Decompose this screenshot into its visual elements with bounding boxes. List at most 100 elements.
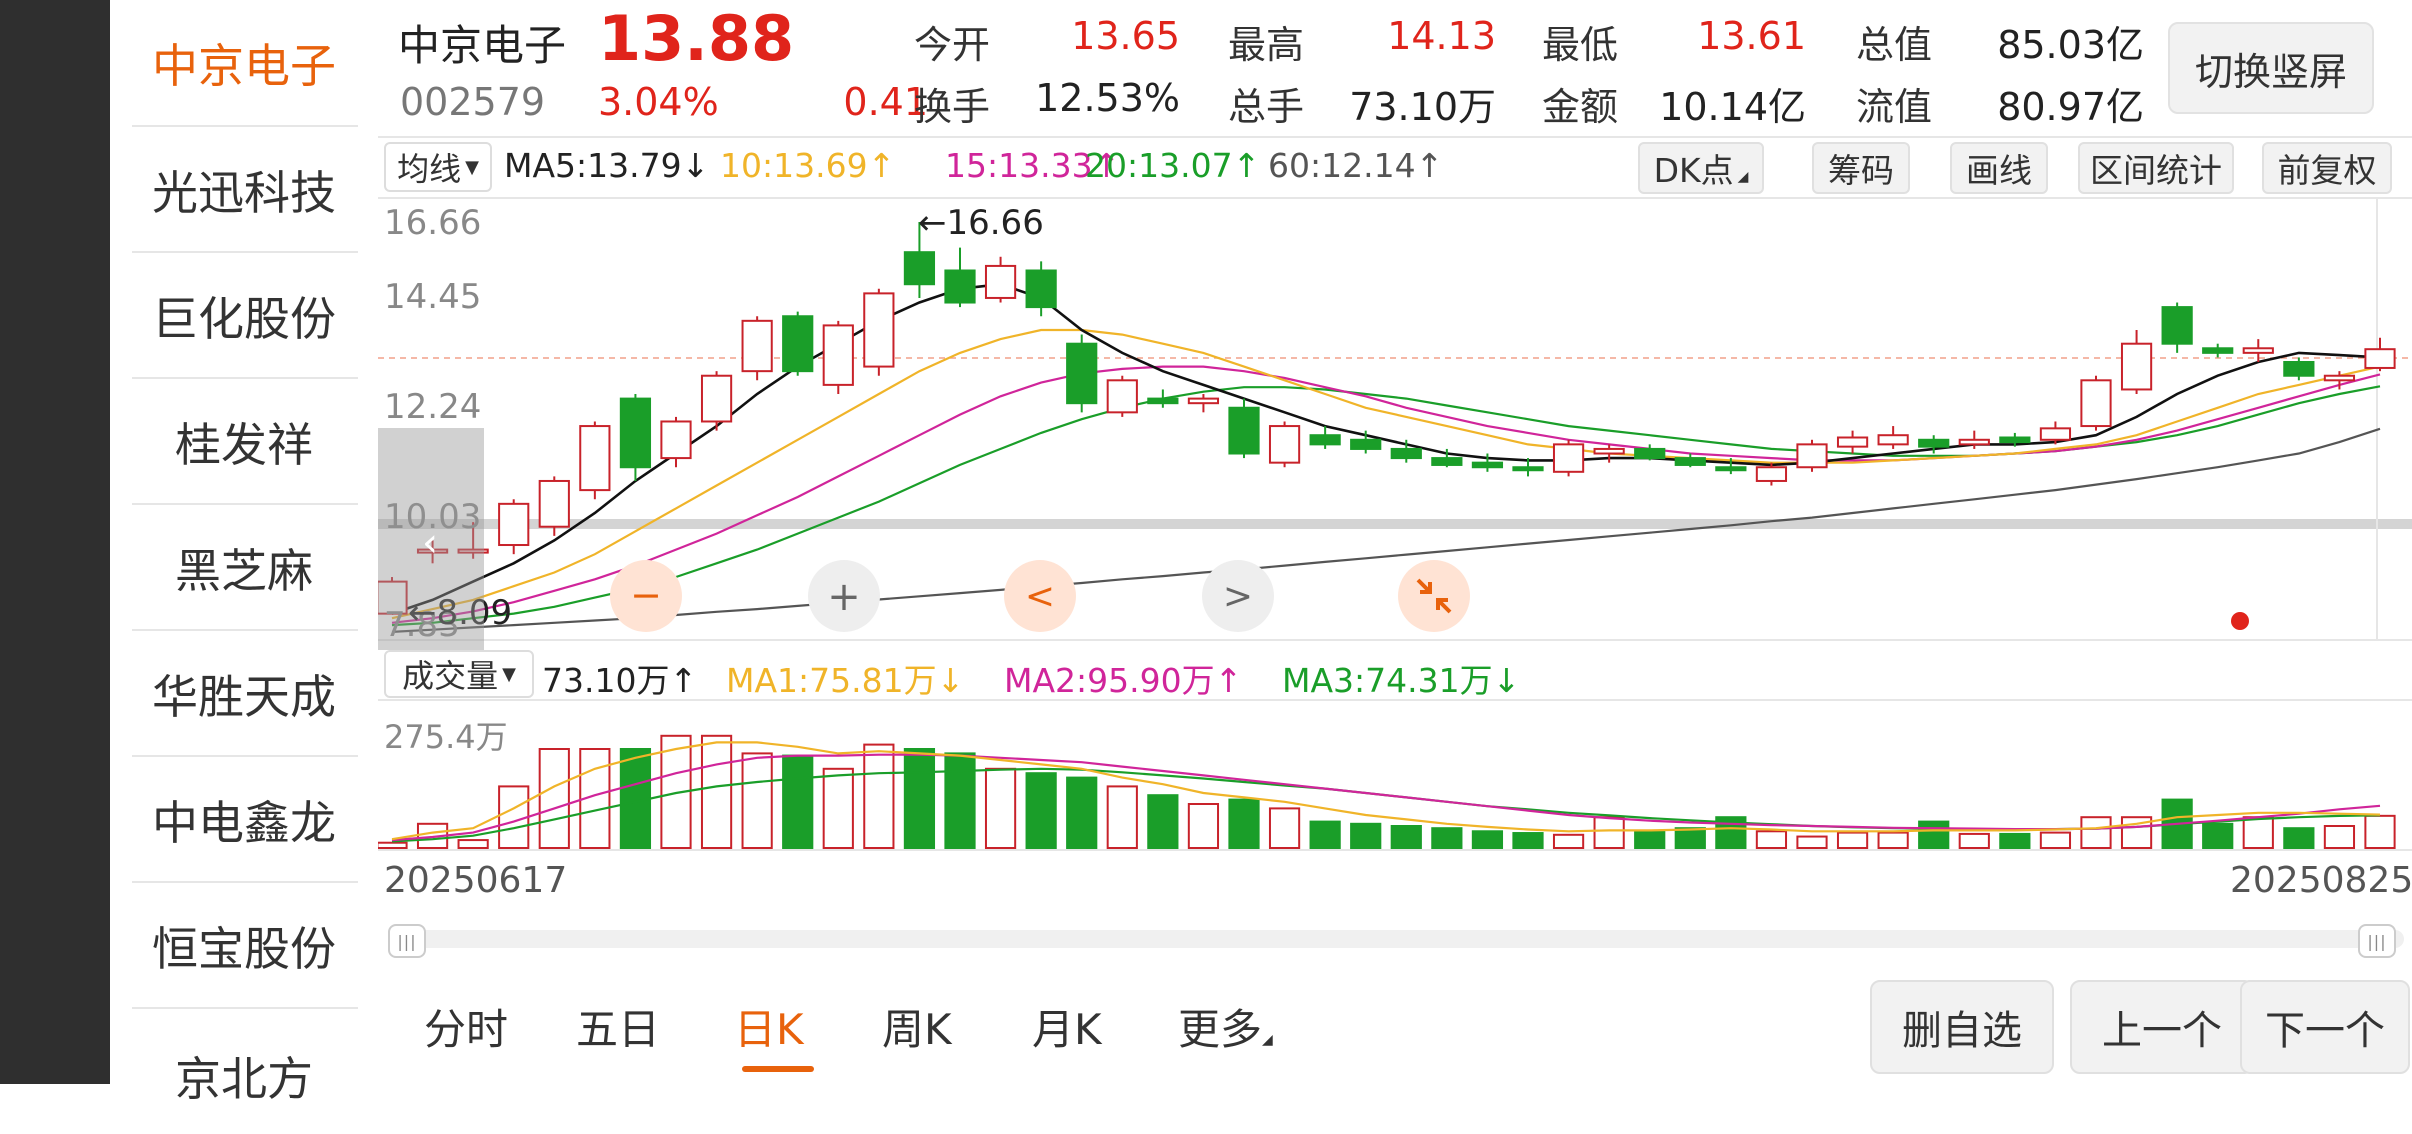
sidebar-item-7[interactable]: 恒宝股份 <box>110 883 378 1008</box>
volume-bar <box>1552 833 1585 849</box>
volume-legend-bar: 成交量 ▼ 73.10万↑ MA1:75.81万↓ MA2:95.90万↑ MA… <box>378 646 2412 700</box>
candle-body <box>1390 447 1422 460</box>
candle-body <box>1187 397 1220 405</box>
candle-body <box>619 397 652 469</box>
candle-body <box>1674 457 1706 466</box>
kline-chart[interactable]: 16.66 14.45 12.24 10.03 7.83 ←16.66 ←8.0… <box>378 0 2412 1084</box>
volume-bar <box>1796 835 1828 849</box>
candle-body <box>1593 447 1625 455</box>
volume-bar <box>1187 803 1220 849</box>
volume-bar <box>1999 832 2031 849</box>
volume-bar <box>538 748 570 849</box>
candlesticks <box>378 222 2396 615</box>
candle-body <box>2080 379 2112 428</box>
volume-bar <box>2039 831 2072 849</box>
sidebar-item-8[interactable]: 京北方 <box>110 1009 378 1134</box>
candle-body <box>782 315 814 373</box>
sidebar-item-2[interactable]: 巨化股份 <box>110 253 378 378</box>
volume-bar <box>2323 825 2356 849</box>
candle-body <box>1066 342 1098 405</box>
volume-bar <box>1147 794 1179 850</box>
remove-watchlist-button[interactable]: 删自选 <box>1870 980 2054 1074</box>
candle-body <box>2161 306 2193 345</box>
volume-bar <box>944 752 976 850</box>
ma60-line <box>391 427 2381 633</box>
sidebar-item-5[interactable]: 华胜天成 <box>110 631 378 756</box>
volume-bar <box>1309 820 1341 849</box>
tab-daily-k[interactable]: 日K <box>734 996 804 1057</box>
tab-more[interactable]: 更多◢ <box>1178 996 1273 1057</box>
volume-bar <box>1471 830 1504 850</box>
candle-body <box>2120 342 2153 391</box>
tab-five-day[interactable]: 五日 <box>576 996 660 1057</box>
volume-bar <box>741 752 773 850</box>
left-edge <box>0 0 110 1084</box>
candle-body <box>1147 397 1179 405</box>
candle-body <box>1309 434 1341 446</box>
stock-list-sidebar: 中京电子 光迅科技 巨化股份 桂发祥 黑芝麻 华胜天成 中电鑫龙 恒宝股份 京北… <box>110 0 378 1106</box>
volume-bar <box>1268 807 1301 850</box>
candle-body <box>700 374 733 423</box>
candle-body <box>1268 425 1301 464</box>
candle-body <box>1999 436 2031 444</box>
candle-body <box>822 324 854 386</box>
volume-bar <box>700 734 733 849</box>
stock-detail-panel: 中京电子 13.88 002579 3.04% 0.41 今开 13.65 最高… <box>378 0 2412 1084</box>
volume-bar <box>378 841 408 849</box>
candle-body <box>1836 436 1869 448</box>
candle-body <box>538 479 570 528</box>
volume-bar <box>1958 832 1990 849</box>
price-axis-label: 16.66 <box>384 203 481 243</box>
red-dot-indicator <box>2231 612 2249 630</box>
tab-weekly-k[interactable]: 周K <box>882 996 952 1057</box>
volume-bar <box>1390 825 1422 849</box>
candle-body <box>903 251 936 286</box>
range-scrollbar[interactable] <box>388 930 2404 948</box>
range-end-handle[interactable]: ||| <box>2358 924 2396 958</box>
volume-bar <box>1836 831 1869 849</box>
candle-body <box>2283 361 2315 377</box>
vol-ma3-value: MA3:74.31万↓ <box>1282 661 1521 700</box>
candle-body <box>1228 406 1260 455</box>
volume-bar <box>1228 798 1260 849</box>
candle-body <box>984 264 1017 299</box>
sidebar-item-0[interactable]: 中京电子 <box>110 0 378 125</box>
chevron-down-icon: ▼ <box>502 663 516 685</box>
candle-body <box>579 425 611 492</box>
sidebar-item-1[interactable]: 光迅科技 <box>110 127 378 252</box>
sidebar-item-3[interactable]: 桂发祥 <box>110 379 378 504</box>
candle-body <box>1715 466 1747 472</box>
volume-indicator-selector[interactable]: 成交量 ▼ <box>384 650 534 698</box>
candle-body <box>2364 348 2396 369</box>
vol-ma2-value: MA2:95.90万↑ <box>1004 661 1243 700</box>
volume-bar <box>822 767 854 849</box>
volume-bar <box>1025 772 1057 850</box>
volume-bar <box>1674 827 1706 850</box>
tab-intraday[interactable]: 分时 <box>424 996 508 1057</box>
high-price-annotation: ←16.66 <box>918 203 1044 243</box>
candle-body <box>498 502 530 547</box>
volume-bar <box>2202 822 2234 849</box>
candle-body <box>660 420 692 460</box>
next-stock-button[interactable]: 下一个 <box>2240 980 2410 1074</box>
candle-body <box>1552 443 1585 473</box>
candle-body <box>2039 427 2072 441</box>
chevron-left-icon[interactable]: ‹ <box>422 520 438 566</box>
range-start-handle[interactable]: ||| <box>388 924 426 958</box>
candle-body <box>741 319 773 373</box>
volume-bar <box>1106 785 1138 850</box>
tab-monthly-k[interactable]: 月K <box>1032 996 1102 1057</box>
chevron-right-icon: > <box>1223 576 1253 617</box>
volume-value: 73.10万↑ <box>542 661 698 700</box>
sidebar-item-6[interactable]: 中电鑫龙 <box>110 757 378 882</box>
ma10-line <box>391 328 2381 620</box>
shrink-button[interactable] <box>1398 560 1470 632</box>
volume-bar <box>1755 830 1788 850</box>
minus-icon: − <box>630 573 662 617</box>
vol-ma1-value: MA1:75.81万↓ <box>726 661 965 700</box>
previous-stock-button[interactable]: 上一个 <box>2070 980 2254 1074</box>
sidebar-item-4[interactable]: 黑芝麻 <box>110 505 378 630</box>
candle-body <box>1512 466 1544 472</box>
price-axis-label: 12.24 <box>384 387 481 427</box>
volume-bar <box>863 743 895 849</box>
